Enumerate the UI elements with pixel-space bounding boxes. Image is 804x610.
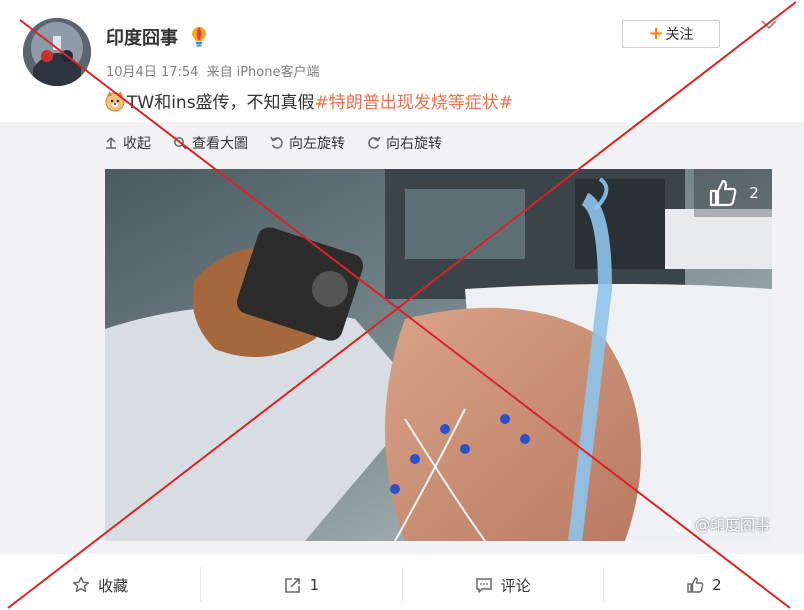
avatar[interactable] (23, 18, 91, 86)
comment-button[interactable]: 评论 (403, 567, 604, 603)
rotate-right-label: 向右旋转 (386, 136, 442, 152)
rotate-right-icon (368, 136, 381, 149)
hashtag-link[interactable]: #特朗普出现发烧等症状# (315, 88, 514, 113)
action-bar: 收藏 1 评论 2 (0, 567, 804, 603)
username[interactable]: 印度囧事 (106, 24, 178, 50)
repost-button[interactable]: 1 (201, 567, 403, 603)
doge-emoji-icon (105, 90, 125, 111)
hospital-photo (105, 169, 772, 541)
thumbs-up-icon (687, 577, 704, 593)
weibo-logo-icon (674, 518, 691, 532)
comment-icon (475, 578, 492, 593)
follow-label: 关注 (665, 27, 694, 43)
rotate-left-label: 向左旋转 (289, 136, 345, 152)
photo-like-button[interactable]: 2 (694, 169, 772, 217)
rotate-right-button[interactable]: 向右旋转 (367, 133, 442, 153)
plus-icon: + (648, 23, 664, 44)
photo-like-count: 2 (749, 184, 759, 202)
source-client[interactable]: iPhone客户端 (237, 65, 320, 80)
favorite-label: 收藏 (98, 576, 129, 595)
post-text: TW和ins盛传，不知真假 #特朗普出现发烧等症状# (104, 88, 513, 113)
follow-button[interactable]: + 关注 (622, 20, 720, 48)
like-button[interactable]: 2 (604, 567, 804, 603)
post-body: TW和ins盛传，不知真假 (127, 93, 315, 113)
bulb-badge-icon[interactable] (190, 26, 208, 48)
share-icon (284, 578, 300, 593)
like-count: 2 (712, 576, 722, 594)
collapse-label: 收起 (123, 136, 151, 152)
watermark: @印度囧事 (674, 514, 770, 535)
favorite-button[interactable]: 收藏 (0, 567, 202, 603)
rotate-left-icon (270, 136, 283, 149)
arrow-up-icon (106, 136, 116, 149)
rotate-left-button[interactable]: 向左旋转 (270, 133, 345, 153)
timestamp[interactable]: 10月4日 17:54 (106, 65, 198, 80)
repost-count: 1 (309, 576, 320, 594)
watermark-text: @印度囧事 (694, 516, 770, 534)
thumbs-up-icon (710, 179, 737, 207)
post-photo[interactable]: 2 @印度囧事 (105, 169, 772, 541)
chevron-down-icon[interactable] (760, 18, 778, 32)
collapse-button[interactable]: 收起 (104, 133, 151, 153)
star-icon (73, 576, 90, 593)
view-large-button[interactable]: 查看大圖 (173, 133, 248, 153)
source-prefix: 来自 (206, 65, 233, 80)
view-large-label: 查看大圖 (192, 136, 248, 152)
media-toolbar: 收起 查看大圖 向左旋转 向右旋转 (104, 133, 442, 153)
search-icon (174, 137, 187, 150)
comment-label: 评论 (500, 576, 531, 595)
post-meta: 10月4日 17:54 来自 iPhone客户端 (106, 61, 323, 80)
